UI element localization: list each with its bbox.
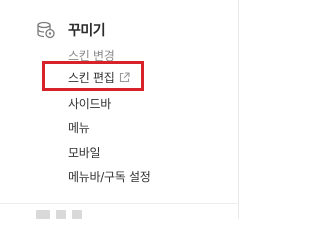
clipped-text — [72, 210, 82, 219]
menu-item-label: 사이드바 — [68, 96, 111, 111]
section-header-customize[interactable]: 꾸미기 — [36, 19, 106, 41]
menu-item-label: 메뉴 — [68, 120, 90, 135]
clipped-icon — [36, 210, 50, 219]
menu-item-label: 모바일 — [68, 145, 101, 160]
settings-sidebar: 꾸미기 스킨 변경 스킨 편집 사이드바 메뉴 모바일 메뉴바/구독 설정 — [0, 0, 258, 219]
menu-item-label: 메뉴바/구독 설정 — [68, 169, 151, 184]
menu-item-menubar-subscribe[interactable]: 메뉴바/구독 설정 — [68, 167, 151, 185]
next-section-header-clipped — [36, 210, 82, 219]
menu-item-sidebar[interactable]: 사이드바 — [68, 94, 111, 112]
highlight-annotation — [42, 61, 144, 91]
panel-divider — [238, 0, 239, 219]
menu-item-mobile[interactable]: 모바일 — [68, 143, 101, 161]
clipped-text — [56, 210, 66, 219]
palette-icon — [36, 21, 56, 39]
section-title: 꾸미기 — [68, 23, 106, 39]
section-divider — [0, 203, 238, 204]
menu-item-menu[interactable]: 메뉴 — [68, 118, 90, 136]
